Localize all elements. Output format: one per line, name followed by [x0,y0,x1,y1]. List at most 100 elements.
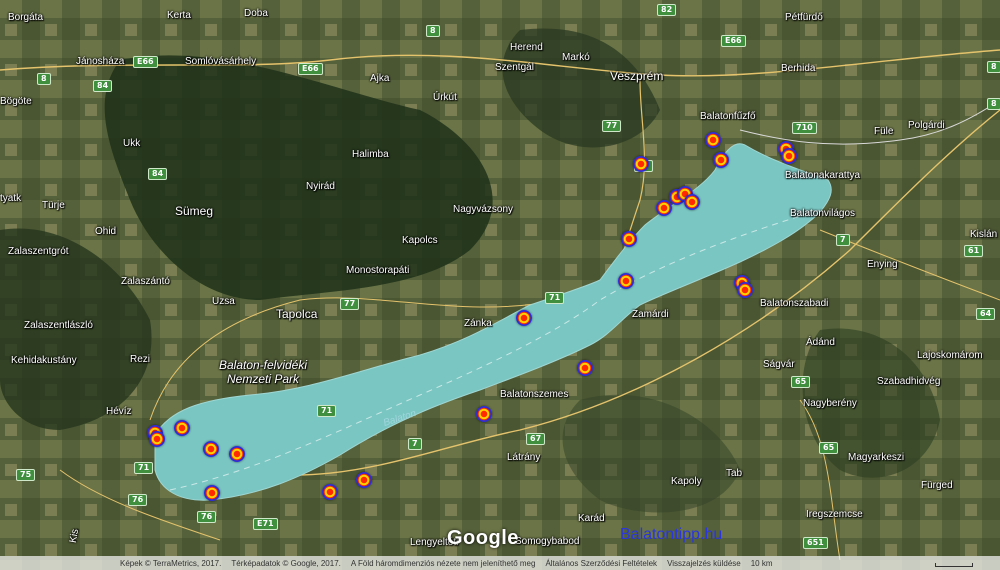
town-label: Uzsa [212,296,235,307]
road-shield: 7 [408,438,422,450]
road-shield: 65 [819,442,839,454]
location-marker[interactable] [476,406,492,422]
location-marker[interactable] [516,310,532,326]
town-label: Zánka [464,318,492,329]
road-shield: E66 [133,56,158,68]
town-label: Bögöte [0,96,32,107]
location-marker[interactable] [737,282,753,298]
town-label: Iregszemcse [806,509,863,520]
scale-bar [935,563,973,567]
location-marker[interactable] [229,446,245,462]
location-marker[interactable] [684,194,700,210]
road-shield: 65 [791,376,811,388]
town-label: Türje [42,200,65,211]
balatontipp-watermark: Balatontipp.hu [620,526,723,543]
location-marker[interactable] [656,200,672,216]
town-label: Karád [578,513,605,524]
town-label: Polgárdi [908,120,945,131]
report-link[interactable]: Visszajelzés küldése [667,559,741,568]
road-shield: 8 [987,98,1000,110]
town-label: Nagyberény [803,398,857,409]
road-shield: 71 [545,292,565,304]
road-shield: 71 [317,405,337,417]
town-label: Kis [67,528,82,544]
town-label: Ukk [123,138,141,149]
road-shield: 77 [602,120,622,132]
location-marker[interactable] [203,441,219,457]
town-label: Balatonszabadi [760,298,829,309]
town-label: Hévíz [106,406,132,417]
town-label: Veszprém [610,69,664,83]
town-label: Fürged [921,480,953,491]
location-marker[interactable] [322,484,338,500]
location-marker[interactable] [356,472,372,488]
town-label: Ádánd [806,337,835,348]
map-footer: Képek © TerraMetrics, 2017. Térképadatok… [0,556,1000,570]
road-shield: 651 [803,537,828,549]
mapdata-credit: Térképadatok © Google, 2017. [231,558,341,568]
road-shield: 84 [93,80,113,92]
road-shield: 76 [197,511,217,523]
town-label: Ajka [370,73,390,84]
town-label: Kapoly [671,476,702,487]
road-shield: 75 [16,469,36,481]
map-viewport[interactable]: 8 82 E66 E66 E66 8 84 84 77 73 710 7 71 … [0,0,1000,570]
town-label: Magyarkeszi [848,452,905,463]
town-label: Úrkút [433,92,457,103]
road-shield: 71 [134,462,154,474]
town-label: Zalaszentgrót [8,246,69,257]
town-label: Halimba [352,149,389,160]
location-marker[interactable] [204,485,220,501]
location-marker[interactable] [633,156,649,172]
town-label: Balatonakarattya [785,170,861,181]
terms-link[interactable]: Általános Szerződési Feltételek [545,559,657,568]
town-label: Balatonszemes [500,389,569,400]
location-marker[interactable] [713,152,729,168]
town-label: Ohid [95,226,117,237]
town-label: Tapolca [276,307,318,321]
town-label: Szabadhidvég [877,376,941,387]
location-marker[interactable] [621,231,637,247]
town-label: Markó [562,52,590,63]
town-label: Zalaszentlászló [24,320,93,331]
town-label: Látrány [507,452,541,463]
location-marker[interactable] [149,431,165,447]
town-label: Zamárdi [632,309,669,320]
town-label: Kehidakustány [11,355,77,366]
location-marker[interactable] [705,132,721,148]
town-label: Kerta [167,10,191,21]
scale-label: 10 km [750,558,773,568]
town-label: Kislán [970,229,998,240]
town-label: Somlóvásárhely [185,56,257,67]
road-shield: 8 [426,25,440,37]
road-shield: 8 [37,73,51,85]
road-shield: 710 [792,122,817,134]
road-shield: 7 [836,234,850,246]
road-shield: 64 [976,308,996,320]
town-label: Balatonvilágos [790,208,856,219]
road-shield: 61 [964,245,984,257]
town-label: Zalaszántó [121,276,170,287]
town-label: Jánosháza [76,56,125,67]
town-label: Tab [726,468,743,479]
town-label: Lajoskomárom [917,350,983,361]
road-shield: 8 [987,61,1000,73]
location-marker[interactable] [174,420,190,436]
road-shield: E71 [253,518,278,530]
google-logo: Google [447,527,519,549]
town-label: Füle [874,126,894,137]
location-marker[interactable] [781,148,797,164]
town-label: Nyirád [306,181,335,192]
location-marker[interactable] [618,273,634,289]
imagery-credit: Képek © TerraMetrics, 2017. [120,558,222,568]
road-shield: E66 [298,63,323,75]
road-shield: 67 [526,433,546,445]
town-label: Doba [244,8,268,19]
town-label: Kapolcs [402,235,438,246]
road-shield: 84 [148,168,168,180]
town-label: Somogybabod [515,536,580,547]
town-label: Herend [510,42,543,53]
road-shield: 76 [128,494,148,506]
town-label: Nagyvázsony [453,204,514,215]
location-marker[interactable] [577,360,593,376]
